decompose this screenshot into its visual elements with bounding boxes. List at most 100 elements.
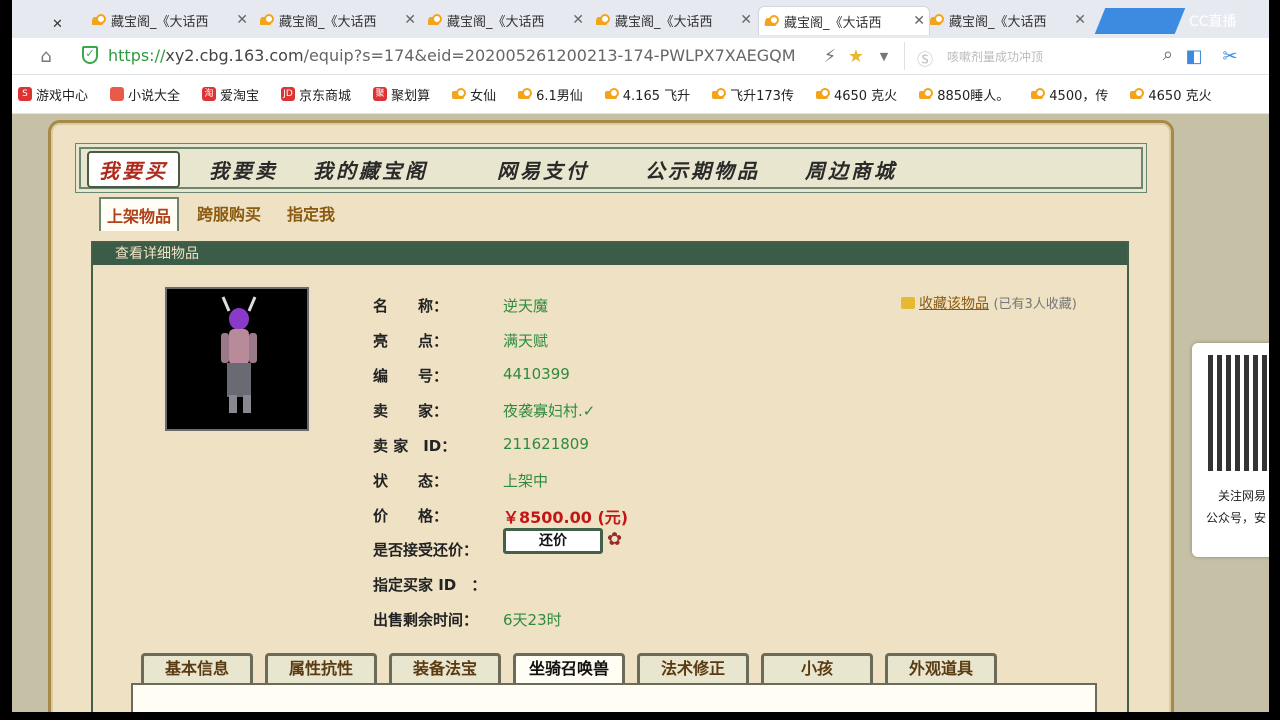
- bookmark-label: 6.1男仙: [536, 88, 583, 104]
- bookmark-item[interactable]: 聚聚划算: [373, 85, 430, 104]
- cbg-icon: [815, 88, 830, 100]
- novel-icon: [110, 87, 125, 101]
- browser-tab-5[interactable]: 藏宝阁_《大话西 ✕: [758, 6, 930, 35]
- nav-sell[interactable]: 我要卖: [209, 155, 278, 184]
- subtab-designated[interactable]: 指定我: [287, 201, 335, 225]
- nav-netease-pay[interactable]: 网易支付: [497, 155, 589, 184]
- subtab-listed[interactable]: 上架物品: [99, 197, 180, 231]
- bookmark-item[interactable]: 小说大全: [110, 85, 180, 104]
- cc-label: CC直播: [1189, 14, 1237, 30]
- cbg-icon: [712, 88, 727, 100]
- new-tab-button[interactable]: [1094, 8, 1186, 34]
- search-placeholder: 咳嗽剂量成功冲顶: [947, 50, 1044, 64]
- tab-title: 藏宝阁_《大话西: [949, 14, 1047, 30]
- tab-mounts-summons[interactable]: 坐骑召唤兽: [513, 653, 625, 683]
- bookmark-label: 4.165 飞升: [622, 88, 691, 104]
- tab-basic-info[interactable]: 基本信息: [141, 653, 253, 683]
- nav-public-items[interactable]: 公示期物品: [645, 155, 760, 184]
- chevron-down-icon[interactable]: ▼: [870, 42, 898, 70]
- browser-tab-2[interactable]: 藏宝阁_《大话西 ✕: [260, 6, 420, 34]
- subtab-cross-server[interactable]: 跨服购买: [197, 201, 261, 225]
- tools-icon[interactable]: ✂: [1216, 42, 1244, 70]
- value-name: 逆天魔: [503, 297, 549, 315]
- nav-buy[interactable]: 我要买: [87, 151, 180, 188]
- label-seller-id: 卖 家 ID：: [373, 437, 457, 455]
- tab-close-icon[interactable]: ✕: [52, 10, 63, 38]
- bookmark-item[interactable]: 4650 克火: [1130, 85, 1212, 104]
- bookmark-item[interactable]: S 游戏中心: [18, 85, 88, 104]
- browser-tab-1[interactable]: 藏宝阁_《大话西 ✕: [92, 6, 252, 34]
- cbg-icon: [1031, 88, 1046, 100]
- tab-title: 藏宝阁_《大话西: [447, 14, 545, 30]
- secure-shield-icon: ✓: [82, 46, 98, 64]
- nav-store[interactable]: 周边商城: [805, 155, 897, 184]
- bookmark-item[interactable]: 女仙: [452, 85, 496, 104]
- bookmark-item[interactable]: 飞升173传: [712, 85, 794, 104]
- browser-tab-6[interactable]: 藏宝阁_《大话西 ✕: [930, 6, 1090, 34]
- close-icon[interactable]: ✕: [404, 12, 416, 28]
- value-status: 上架中: [503, 472, 549, 490]
- lightning-icon[interactable]: ⚡: [816, 42, 844, 70]
- close-icon[interactable]: ✕: [913, 13, 925, 29]
- favorite-count: (已有3人收藏): [993, 297, 1077, 312]
- bookmark-item[interactable]: 8850睡人。: [919, 85, 1009, 104]
- bookmark-item[interactable]: 淘爱淘宝: [202, 85, 259, 104]
- bookmark-item[interactable]: 4.165 飞升: [604, 85, 691, 104]
- search-field[interactable]: Ⓢ 咳嗽剂量成功冲顶 ⌕: [904, 42, 1173, 70]
- tab-spell-modifiers[interactable]: 法术修正: [637, 653, 749, 683]
- info-panel: [131, 683, 1097, 712]
- bookmark-label: 小说大全: [128, 88, 181, 104]
- url-path: /equip?s=174&eid=202005261200213-174-PWL…: [303, 46, 796, 65]
- counter-offer-button[interactable]: 还价: [503, 528, 603, 554]
- close-icon[interactable]: ✕: [572, 12, 584, 28]
- url-host: xy2.cbg.163.com: [165, 46, 304, 65]
- home-icon[interactable]: ⌂: [32, 42, 60, 70]
- extension-icon[interactable]: ◧: [1180, 42, 1208, 70]
- main-nav: 我要买 我要卖 我的藏宝阁 网易支付 公示期物品 周边商城: [79, 147, 1143, 189]
- folder-icon: [901, 297, 915, 309]
- bookmark-item[interactable]: 4650 克火: [815, 85, 897, 104]
- tab-child[interactable]: 小孩: [761, 653, 873, 683]
- qr-caption-1: 关注网易: [1218, 489, 1267, 503]
- close-icon[interactable]: ✕: [1074, 12, 1086, 28]
- tab-title: 藏宝阁_《大话西: [784, 15, 882, 31]
- bookmark-label: 女仙: [470, 88, 497, 104]
- browser-tab-3[interactable]: 藏宝阁_《大话西 ✕: [428, 6, 588, 34]
- bookmark-label: 爱淘宝: [220, 88, 260, 104]
- nav-my-cbg[interactable]: 我的藏宝阁: [313, 155, 428, 184]
- tab-bar: ✕ 藏宝阁_《大话西 ✕ 藏宝阁_《大话西 ✕ 藏宝阁_《大话西 ✕ 藏宝阁_《大话西…: [12, 0, 1269, 38]
- browser-window: ✕ 藏宝阁_《大话西 ✕ 藏宝阁_《大话西 ✕ 藏宝阁_《大话西 ✕ 藏宝阁_《大话西…: [12, 0, 1269, 712]
- label-remaining-time: 出售剩余时间：: [373, 611, 479, 629]
- bookmark-item[interactable]: 4500，传: [1031, 85, 1108, 104]
- favicon-icon: [765, 15, 779, 27]
- favicon-icon: [92, 14, 106, 26]
- character-image: [165, 287, 309, 431]
- cc-live-badge[interactable]: CC直播: [1189, 8, 1269, 34]
- tab-appearance[interactable]: 外观道具: [885, 653, 997, 683]
- bookmark-item[interactable]: JD 京东商城: [281, 85, 351, 104]
- detail-box: 查看详细物品 名 称： 逆天魔 亮 点： 满天赋 编 号： 4410399 卖 …: [91, 241, 1129, 712]
- tab-equipment[interactable]: 装备法宝: [389, 653, 501, 683]
- favorite-link[interactable]: 收藏该物品: [919, 296, 989, 312]
- star-icon[interactable]: ★: [842, 42, 870, 70]
- bookmark-label: 游戏中心: [36, 88, 89, 104]
- page-content: 我要买 我要卖 我的藏宝阁 网易支付 公示期物品 周边商城 上架物品 跨服购买 …: [12, 114, 1269, 712]
- bookmark-item[interactable]: 6.1男仙: [518, 85, 583, 104]
- search-engine-icon: Ⓢ: [917, 50, 934, 69]
- qr-widget[interactable]: 关注网易 公众号，安: [1192, 343, 1269, 557]
- value-id-number: 4410399: [503, 365, 570, 383]
- browser-tab-4[interactable]: 藏宝阁_《大话西 ✕: [596, 6, 756, 34]
- tab-attributes[interactable]: 属性抗性: [265, 653, 377, 683]
- favorite-area: 收藏该物品 (已有3人收藏): [901, 293, 1077, 313]
- url-input[interactable]: https://xy2.cbg.163.com/equip?s=174&eid=…: [108, 46, 796, 65]
- favicon-icon: [428, 14, 442, 26]
- jd-icon: JD: [281, 87, 296, 101]
- game-center-icon: S: [18, 87, 32, 101]
- search-icon[interactable]: ⌕: [1163, 44, 1173, 65]
- close-icon[interactable]: ✕: [236, 12, 248, 28]
- bookmark-label: 4500，传: [1049, 88, 1109, 104]
- close-icon[interactable]: ✕: [740, 12, 752, 28]
- cbg-icon: [604, 88, 619, 100]
- value-remaining-time: 6天23时: [503, 611, 562, 629]
- character-figure: [221, 296, 257, 413]
